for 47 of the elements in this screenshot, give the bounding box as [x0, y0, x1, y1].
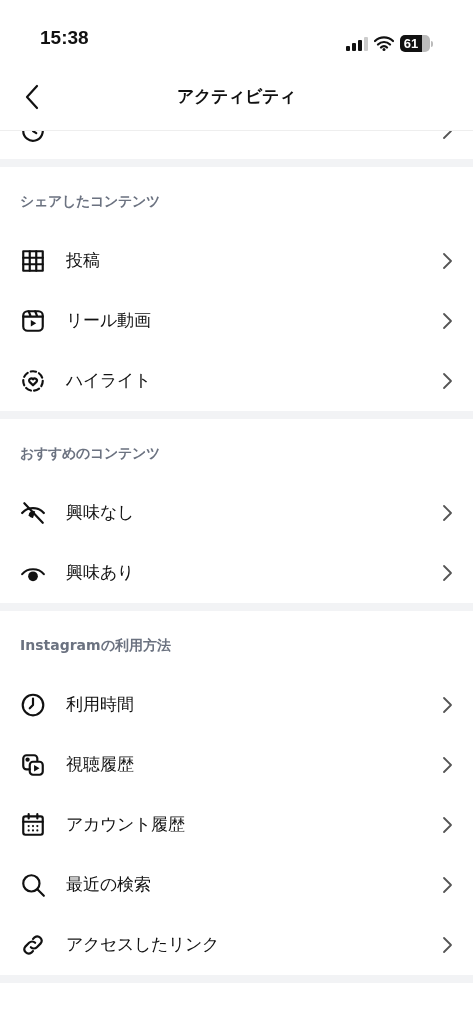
grid-icon: [20, 248, 46, 274]
back-icon: [24, 84, 40, 110]
photo-video-icon: [20, 752, 46, 778]
section-heading: シェアしたコンテンツ: [20, 192, 160, 211]
menu-item[interactable]: アカウント履歴: [0, 795, 473, 855]
menu-item[interactable]: 最近の検索: [0, 855, 473, 915]
signal-icon: [346, 36, 368, 51]
search-icon: [20, 872, 46, 898]
chevron-right-icon: [441, 876, 453, 894]
chevron-right-icon: [441, 816, 453, 834]
section-heading: おすすめのコンテンツ: [20, 444, 160, 463]
eye-off-icon: [20, 500, 46, 526]
menu-item[interactable]: 興味あり: [0, 543, 473, 603]
menu-item[interactable]: 利用時間: [0, 675, 473, 735]
menu-item-label: 視聴履歴: [66, 753, 135, 777]
wifi-icon: [374, 36, 394, 51]
menu-item[interactable]: 投稿: [0, 231, 473, 291]
menu-item-label: アカウント履歴: [66, 813, 186, 837]
menu-item[interactable]: リール動画: [0, 291, 473, 351]
menu-item-label: アクセスしたリンク: [66, 933, 220, 957]
chevron-right-icon: [441, 756, 453, 774]
chevron-right-icon: [441, 504, 453, 522]
back-button[interactable]: [24, 84, 40, 110]
link-icon: [20, 932, 46, 958]
chevron-right-icon: [441, 936, 453, 954]
chevron-right-icon: [441, 312, 453, 330]
menu-item-label: 投稿: [66, 249, 101, 273]
chevron-right-icon: [441, 372, 453, 390]
chevron-right-icon: [441, 252, 453, 270]
menu-item[interactable]: 興味なし: [0, 483, 473, 543]
clock-icon: [20, 692, 46, 718]
menu-item-label: ハイライト: [66, 369, 152, 393]
menu-item[interactable]: アクセスしたリンク: [0, 915, 473, 975]
menu-item-label: 興味なし: [66, 501, 135, 525]
chevron-right-icon: [441, 696, 453, 714]
clapperboard-play-icon: [20, 308, 46, 334]
calendar-icon: [20, 812, 46, 838]
page-title: アクティビティ: [177, 85, 296, 109]
section-heading: Instagramの利用方法: [20, 636, 171, 655]
menu-item-label: 最近の検索: [66, 873, 152, 897]
status-time: 15:38: [40, 25, 89, 50]
menu-item[interactable]: ハイライト: [0, 351, 473, 411]
menu-item-label: 利用時間: [66, 693, 135, 717]
chevron-right-icon: [441, 564, 453, 582]
menu-item-label: 興味あり: [66, 561, 135, 585]
menu-item[interactable]: 視聴履歴: [0, 735, 473, 795]
menu-item-label: リール動画: [66, 309, 152, 333]
